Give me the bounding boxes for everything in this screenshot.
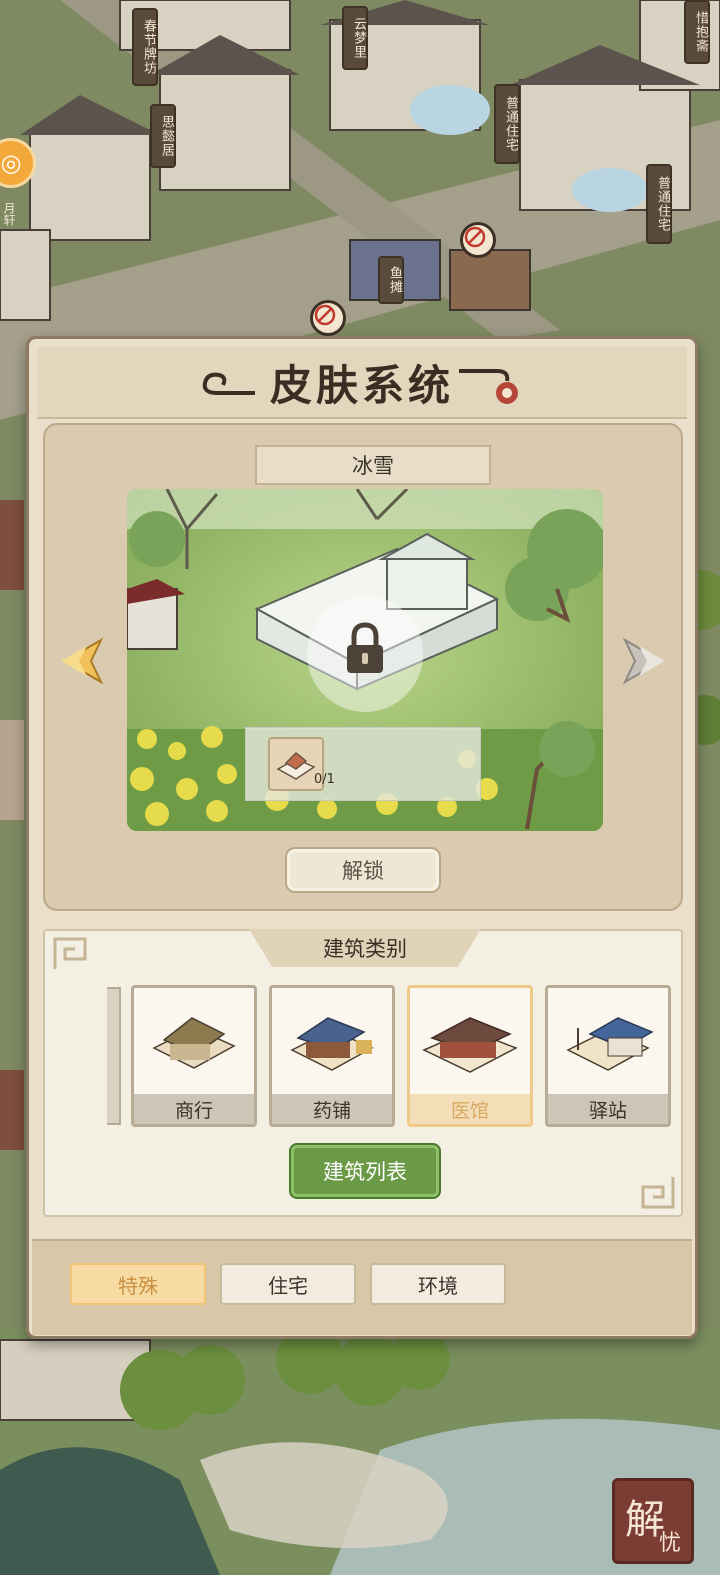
badge-symbol-icon: ◎ bbox=[0, 149, 22, 177]
next-skin-arrow[interactable] bbox=[619, 633, 671, 689]
no-potion-icon-2[interactable] bbox=[310, 300, 346, 336]
category-label: 驿站 bbox=[548, 1094, 668, 1124]
panel-title: 皮肤系统 bbox=[269, 360, 454, 410]
panel-title-bar: 皮肤系统 bbox=[37, 347, 687, 419]
sign-yunmeng-lane[interactable]: 云梦里 bbox=[342, 6, 368, 70]
skin-system-panel: 皮肤系统 冰雪 0/1 解锁 建筑类别 商行 药铺 医馆 驿站 建筑列表 特殊 … bbox=[26, 336, 698, 1339]
tab-residential[interactable]: 住宅 bbox=[220, 1263, 356, 1305]
no-potion-icon[interactable] bbox=[460, 222, 496, 258]
seal-swirl-right-icon bbox=[459, 369, 518, 404]
skin-preview-section: 冰雪 0/1 解锁 bbox=[43, 423, 683, 911]
unlock-button[interactable]: 解锁 bbox=[285, 847, 441, 893]
sign-residence-2[interactable]: 普通住宅 bbox=[646, 164, 672, 244]
sign-residence-1[interactable]: 普通住宅 bbox=[494, 84, 520, 164]
corner-fret-bottom-right-icon bbox=[641, 1177, 675, 1209]
category-label: 药铺 bbox=[272, 1094, 392, 1124]
chevron-left-icon bbox=[61, 637, 104, 685]
category-label: 医馆 bbox=[410, 1094, 530, 1124]
category-card-trading-house[interactable]: 商行 bbox=[131, 985, 257, 1127]
trading-house-icon bbox=[152, 1017, 236, 1069]
category-card-clinic[interactable]: 医馆 bbox=[407, 985, 533, 1127]
cloud-swirl-left-icon bbox=[202, 372, 255, 395]
category-card-pharmacy[interactable]: 药铺 bbox=[269, 985, 395, 1127]
seal-char-2: 忧 bbox=[659, 1531, 682, 1556]
jieyou-seal-button[interactable]: 解 忧 bbox=[612, 1478, 694, 1564]
skin-type-tab-bar: 特殊 住宅 环境 bbox=[32, 1239, 692, 1335]
corner-fret-top-left-icon bbox=[53, 937, 87, 969]
tab-special[interactable]: 特殊 bbox=[70, 1263, 206, 1305]
clinic-icon bbox=[422, 1017, 518, 1073]
post-station-icon bbox=[566, 1017, 654, 1071]
tab-environment[interactable]: 环境 bbox=[370, 1263, 506, 1305]
sign-spring-festival-arch[interactable]: 春节牌坊 bbox=[132, 8, 158, 86]
prev-skin-arrow[interactable] bbox=[55, 633, 107, 689]
sign-xibao-studio[interactable]: 惜抱斋 bbox=[684, 0, 710, 64]
sign-fish-stall[interactable]: 鱼摊 bbox=[378, 256, 404, 304]
pharmacy-icon bbox=[290, 1017, 374, 1071]
category-title: 建筑类别 bbox=[249, 929, 481, 967]
category-card-partial[interactable] bbox=[107, 987, 121, 1125]
sign-siyi-residence[interactable]: 思懿居 bbox=[150, 104, 176, 168]
building-list-button[interactable]: 建筑列表 bbox=[291, 1145, 439, 1197]
material-count: 0/1 bbox=[314, 772, 335, 787]
category-card-post-station[interactable]: 驿站 bbox=[545, 985, 671, 1127]
chevron-right-icon bbox=[622, 637, 665, 685]
unlock-cost-box: 0/1 bbox=[245, 727, 481, 801]
skin-name-plate: 冰雪 bbox=[255, 445, 491, 485]
left-badge-caption: 月轩 bbox=[2, 202, 16, 226]
category-label: 商行 bbox=[134, 1094, 254, 1124]
building-category-section: 建筑类别 商行 药铺 医馆 驿站 建筑列表 bbox=[43, 929, 683, 1217]
skin-preview-image: 0/1 bbox=[127, 489, 603, 831]
